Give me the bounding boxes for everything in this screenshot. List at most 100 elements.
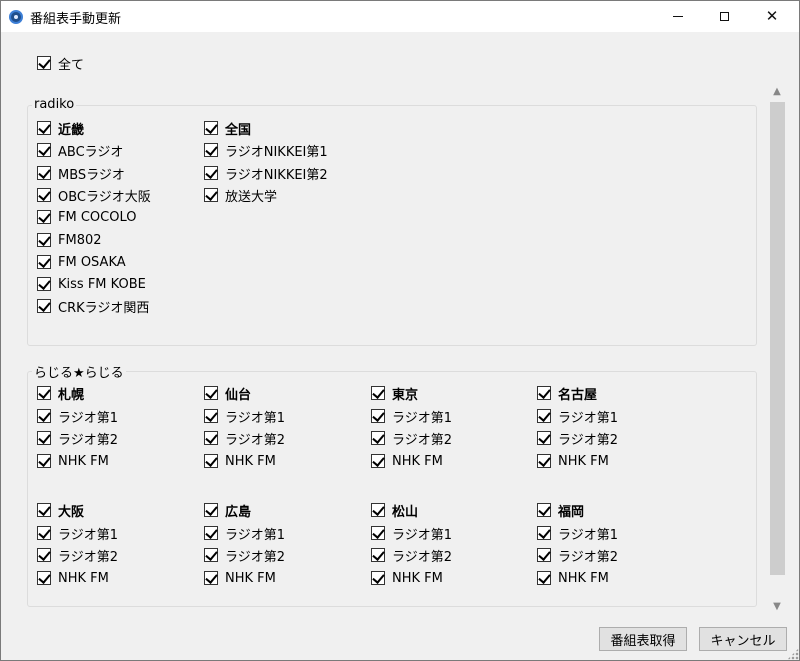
checkbox-checked-icon[interactable] — [204, 188, 218, 202]
title-bar[interactable]: 番組表手動更新 ✕ — [1, 1, 799, 32]
checkbox-checked-icon[interactable] — [371, 503, 385, 517]
checkbox-checked-icon[interactable] — [537, 454, 551, 468]
cancel-button[interactable]: キャンセル — [699, 627, 787, 651]
checkbox-checked-icon[interactable] — [37, 454, 51, 468]
channel-checkbox[interactable]: NHK FM — [204, 452, 276, 470]
channel-checkbox[interactable]: ラジオ第2 — [37, 429, 118, 448]
checkbox-checked-icon[interactable] — [537, 431, 551, 445]
checkbox-checked-icon[interactable] — [537, 409, 551, 423]
fetch-schedule-button[interactable]: 番組表取得 — [599, 627, 687, 651]
checkbox-checked-icon[interactable] — [371, 571, 385, 585]
radiru-area-checkbox[interactable]: 広島 — [204, 501, 251, 520]
checkbox-checked-icon[interactable] — [37, 166, 51, 180]
close-button[interactable]: ✕ — [749, 1, 795, 32]
channel-checkbox[interactable]: NHK FM — [37, 569, 109, 587]
checkbox-checked-icon[interactable] — [537, 503, 551, 517]
checkbox-checked-icon[interactable] — [37, 233, 51, 247]
radiru-area-checkbox[interactable]: 仙台 — [204, 384, 251, 403]
checkbox-checked-icon[interactable] — [371, 454, 385, 468]
radiru-area-checkbox[interactable]: 東京 — [371, 384, 418, 403]
channel-checkbox[interactable]: NHK FM — [37, 452, 109, 470]
channel-checkbox[interactable]: ラジオ第1 — [537, 407, 618, 426]
radiko-area-checkbox[interactable]: 全国 — [204, 119, 251, 138]
minimize-button[interactable] — [655, 1, 701, 32]
checkbox-checked-icon[interactable] — [204, 454, 218, 468]
channel-checkbox[interactable]: NHK FM — [371, 569, 443, 587]
checkbox-checked-icon[interactable] — [204, 143, 218, 157]
station-checkbox[interactable]: ラジオNIKKEI第1 — [204, 141, 328, 160]
checkbox-checked-icon[interactable] — [537, 526, 551, 540]
checkbox-checked-icon[interactable] — [37, 503, 51, 517]
checkbox-checked-icon[interactable] — [37, 188, 51, 202]
channel-checkbox[interactable]: ラジオ第1 — [37, 524, 118, 543]
checkbox-checked-icon[interactable] — [37, 277, 51, 291]
checkbox-checked-icon[interactable] — [371, 526, 385, 540]
radiru-area-checkbox[interactable]: 札幌 — [37, 384, 84, 403]
scroll-thumb[interactable] — [770, 102, 785, 575]
channel-checkbox[interactable]: ラジオ第1 — [537, 524, 618, 543]
checkbox-checked-icon[interactable] — [204, 409, 218, 423]
channel-checkbox[interactable]: ラジオ第1 — [371, 524, 452, 543]
checkbox-checked-icon[interactable] — [204, 571, 218, 585]
channel-checkbox[interactable]: NHK FM — [371, 452, 443, 470]
checkbox-checked-icon[interactable] — [37, 299, 51, 313]
channel-checkbox[interactable]: ラジオ第2 — [204, 429, 285, 448]
checkbox-checked-icon[interactable] — [371, 409, 385, 423]
station-checkbox[interactable]: ABCラジオ — [37, 141, 123, 160]
scroll-down-arrow-icon[interactable]: ▼ — [768, 598, 786, 615]
station-checkbox[interactable]: Kiss FM KOBE — [37, 275, 146, 293]
station-checkbox[interactable]: FM802 — [37, 231, 102, 249]
checkbox-checked-icon[interactable] — [371, 431, 385, 445]
channel-checkbox[interactable]: ラジオ第2 — [204, 546, 285, 565]
station-checkbox[interactable]: ラジオNIKKEI第2 — [204, 164, 328, 183]
radiru-area-checkbox[interactable]: 名古屋 — [537, 384, 597, 403]
channel-checkbox[interactable]: NHK FM — [537, 569, 609, 587]
checkbox-checked-icon[interactable] — [37, 121, 51, 135]
radiru-area-checkbox[interactable]: 大阪 — [37, 501, 84, 520]
checkbox-checked-icon[interactable] — [37, 210, 51, 224]
station-checkbox[interactable]: 放送大学 — [204, 186, 277, 205]
checkbox-checked-icon[interactable] — [204, 526, 218, 540]
checkbox-checked-icon[interactable] — [204, 431, 218, 445]
station-checkbox[interactable]: OBCラジオ大阪 — [37, 186, 151, 205]
station-checkbox[interactable]: CRKラジオ関西 — [37, 297, 149, 316]
resize-grip-icon[interactable] — [787, 648, 799, 660]
channel-checkbox[interactable]: NHK FM — [204, 569, 276, 587]
checkbox-checked-icon[interactable] — [204, 166, 218, 180]
radiru-area-checkbox[interactable]: 福岡 — [537, 501, 584, 520]
radiru-area-checkbox[interactable]: 松山 — [371, 501, 418, 520]
channel-checkbox[interactable]: ラジオ第2 — [371, 546, 452, 565]
channel-checkbox[interactable]: ラジオ第2 — [37, 546, 118, 565]
checkbox-checked-icon[interactable] — [37, 386, 51, 400]
checkbox-checked-icon[interactable] — [204, 548, 218, 562]
checkbox-checked-icon[interactable] — [37, 548, 51, 562]
checkbox-checked-icon[interactable] — [37, 255, 51, 269]
checkbox-checked-icon[interactable] — [371, 386, 385, 400]
checkbox-checked-icon[interactable] — [537, 548, 551, 562]
all-checkbox[interactable]: 全て — [37, 54, 84, 73]
checkbox-checked-icon[interactable] — [37, 431, 51, 445]
checkbox-checked-icon[interactable] — [37, 409, 51, 423]
channel-checkbox[interactable]: ラジオ第1 — [204, 407, 285, 426]
radiko-area-checkbox[interactable]: 近畿 — [37, 119, 84, 138]
channel-checkbox[interactable]: ラジオ第2 — [537, 546, 618, 565]
checkbox-checked-icon[interactable] — [537, 386, 551, 400]
checkbox-checked-icon[interactable] — [204, 121, 218, 135]
checkbox-checked-icon[interactable] — [37, 571, 51, 585]
channel-checkbox[interactable]: ラジオ第1 — [204, 524, 285, 543]
scroll-up-arrow-icon[interactable]: ▲ — [768, 83, 786, 100]
checkbox-checked-icon[interactable] — [537, 571, 551, 585]
station-checkbox[interactable]: MBSラジオ — [37, 164, 125, 183]
channel-checkbox[interactable]: NHK FM — [537, 452, 609, 470]
checkbox-checked-icon[interactable] — [37, 526, 51, 540]
checkbox-checked-icon[interactable] — [37, 56, 51, 70]
maximize-button[interactable] — [701, 1, 747, 32]
checkbox-checked-icon[interactable] — [204, 386, 218, 400]
checkbox-checked-icon[interactable] — [371, 548, 385, 562]
channel-checkbox[interactable]: ラジオ第1 — [371, 407, 452, 426]
checkbox-checked-icon[interactable] — [37, 143, 51, 157]
station-checkbox[interactable]: FM OSAKA — [37, 253, 126, 271]
channel-checkbox[interactable]: ラジオ第2 — [371, 429, 452, 448]
vertical-scrollbar[interactable]: ▲ ▼ — [768, 83, 786, 615]
checkbox-checked-icon[interactable] — [204, 503, 218, 517]
